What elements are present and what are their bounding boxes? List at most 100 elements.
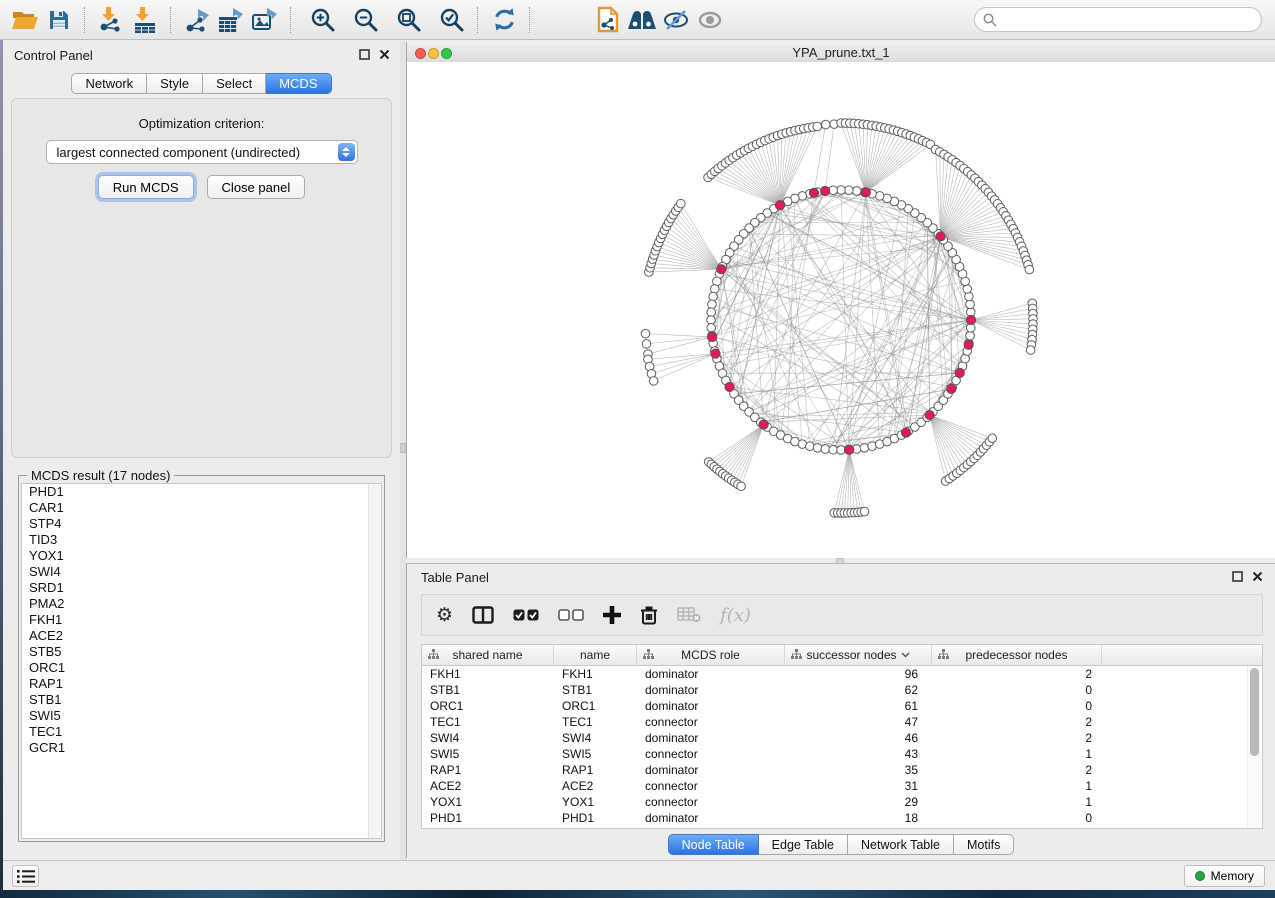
table-cell-name[interactable]: PHD1 [554,810,637,826]
table-row[interactable]: RAP1RAP1dominator352 [422,762,1262,778]
close-panel-button[interactable]: Close panel [207,175,306,199]
mcds-result-node[interactable]: STB1 [22,692,381,708]
table-cell-shared_name[interactable]: PHD1 [422,810,554,826]
mcds-list-scrollbar[interactable] [368,484,381,838]
function-builder-button[interactable]: f(x) [720,600,751,630]
open-session-button[interactable] [8,4,42,36]
network-canvas[interactable] [407,62,1275,557]
import-network-button[interactable] [94,4,128,36]
table-cell-name[interactable]: SWI5 [554,746,637,762]
table-cell-successor_nodes[interactable]: 47 [785,714,932,730]
table-cell-name[interactable]: FKH1 [554,666,637,682]
table-cell-mcds_role[interactable]: connector [637,778,785,794]
table-cell-mcds_role[interactable]: connector [637,714,785,730]
table-cell-predecessor_nodes[interactable]: 1 [932,794,1102,810]
mcds-result-node[interactable]: GCR1 [22,740,381,756]
mcds-result-node[interactable]: FKH1 [22,612,381,628]
mcds-result-node[interactable]: SRD1 [22,580,381,596]
tab-motifs[interactable]: Motifs [954,834,1014,855]
delete-column-button[interactable] [640,600,658,630]
export-network-button[interactable] [180,4,214,36]
table-cell-predecessor_nodes[interactable]: 0 [932,698,1102,714]
mcds-result-node[interactable]: CAR1 [22,500,381,516]
mcds-result-node[interactable]: RAP1 [22,676,381,692]
table-cell-predecessor_nodes[interactable]: 0 [932,682,1102,698]
table-cell-shared_name[interactable]: ORC1 [422,698,554,714]
table-cell-predecessor_nodes[interactable]: 1 [932,778,1102,794]
table-cell-mcds_role[interactable]: connector [637,746,785,762]
table-row[interactable]: TEC1TEC1connector472 [422,714,1262,730]
table-options-button[interactable]: ⚙ [436,600,453,630]
tab-edge-table[interactable]: Edge Table [759,834,848,855]
column-header-mcds-role[interactable]: MCDS role [637,645,785,665]
export-image-button[interactable] [248,4,282,36]
import-table-button[interactable] [128,4,162,36]
table-cell-successor_nodes[interactable]: 31 [785,778,932,794]
table-cell-shared_name[interactable]: SWI5 [422,746,554,762]
mcds-result-node[interactable]: YOX1 [22,548,381,564]
table-cell-mcds_role[interactable]: dominator [637,666,785,682]
table-row[interactable]: SWI4SWI4dominator462 [422,730,1262,746]
table-cell-name[interactable]: TEC1 [554,714,637,730]
table-cell-successor_nodes[interactable]: 18 [785,810,932,826]
table-cell-successor_nodes[interactable]: 43 [785,746,932,762]
table-cell-successor_nodes[interactable]: 46 [785,730,932,746]
table-cell-successor_nodes[interactable]: 61 [785,698,932,714]
table-cell-predecessor_nodes[interactable]: 2 [932,730,1102,746]
zoom-in-button[interactable] [306,4,340,36]
table-row[interactable]: ORC1ORC1dominator610 [422,698,1262,714]
table-row[interactable]: PHD1PHD1dominator180 [422,810,1262,826]
save-session-button[interactable] [42,4,76,36]
mcds-result-node[interactable]: PMA2 [22,596,381,612]
table-row[interactable]: STB1STB1dominator620 [422,682,1262,698]
table-cell-name[interactable]: ACE2 [554,778,637,794]
table-cell-predecessor_nodes[interactable]: 0 [932,810,1102,826]
table-cell-predecessor_nodes[interactable]: 2 [932,762,1102,778]
column-header-name[interactable]: name [554,645,637,665]
add-column-button[interactable] [603,600,621,630]
tab-style[interactable]: Style [147,73,203,94]
table-cell-shared_name[interactable]: ACE2 [422,778,554,794]
table-cell-successor_nodes[interactable]: 62 [785,682,932,698]
run-mcds-button[interactable]: Run MCDS [98,175,194,199]
search-input[interactable] [1002,11,1253,28]
deselect-all-rows-button[interactable] [558,600,584,630]
column-header-successor-nodes[interactable]: successor nodes [785,645,932,665]
table-row[interactable]: YOX1YOX1connector291 [422,794,1262,810]
mcds-result-node[interactable]: ORC1 [22,660,381,676]
table-row[interactable]: FKH1FKH1dominator962 [422,666,1262,682]
memory-button[interactable]: Memory [1184,865,1265,887]
mcds-result-node[interactable]: TEC1 [22,724,381,740]
tab-select[interactable]: Select [203,73,266,94]
mcds-result-node[interactable]: STP4 [22,516,381,532]
table-cell-successor_nodes[interactable]: 29 [785,794,932,810]
show-graphics-details-button[interactable] [693,4,727,36]
mcds-result-node[interactable]: TID3 [22,532,381,548]
table-cell-mcds_role[interactable]: dominator [637,682,785,698]
share-document-button[interactable] [591,4,625,36]
table-cell-name[interactable]: ORC1 [554,698,637,714]
table-cell-name[interactable]: RAP1 [554,762,637,778]
table-cell-name[interactable]: STB1 [554,682,637,698]
close-panel-icon[interactable] [379,49,390,60]
table-cell-shared_name[interactable]: SWI4 [422,730,554,746]
table-scrollbar-thumb[interactable] [1250,668,1259,756]
table-cell-shared_name[interactable]: TEC1 [422,714,554,730]
table-cell-predecessor_nodes[interactable]: 2 [932,666,1102,682]
column-header-predecessor-nodes[interactable]: predecessor nodes [932,645,1102,665]
column-header-shared-name[interactable]: shared name [422,645,554,665]
table-cell-name[interactable]: SWI4 [554,730,637,746]
mcds-result-list[interactable]: PHD1CAR1STP4TID3YOX1SWI4SRD1PMA2FKH1ACE2… [21,483,382,839]
table-cell-mcds_role[interactable]: connector [637,794,785,810]
table-cell-name[interactable]: YOX1 [554,794,637,810]
task-history-button[interactable] [12,865,39,887]
tab-node-table[interactable]: Node Table [668,834,759,855]
select-all-rows-button[interactable] [513,600,539,630]
refresh-layout-button[interactable] [487,4,521,36]
network-search-box[interactable] [974,7,1262,32]
criterion-select[interactable]: largest connected component (undirected) [46,140,358,164]
mcds-result-node[interactable]: ACE2 [22,628,381,644]
table-cell-successor_nodes[interactable]: 35 [785,762,932,778]
export-table-button[interactable] [214,4,248,36]
float-panel-icon[interactable] [359,49,370,60]
